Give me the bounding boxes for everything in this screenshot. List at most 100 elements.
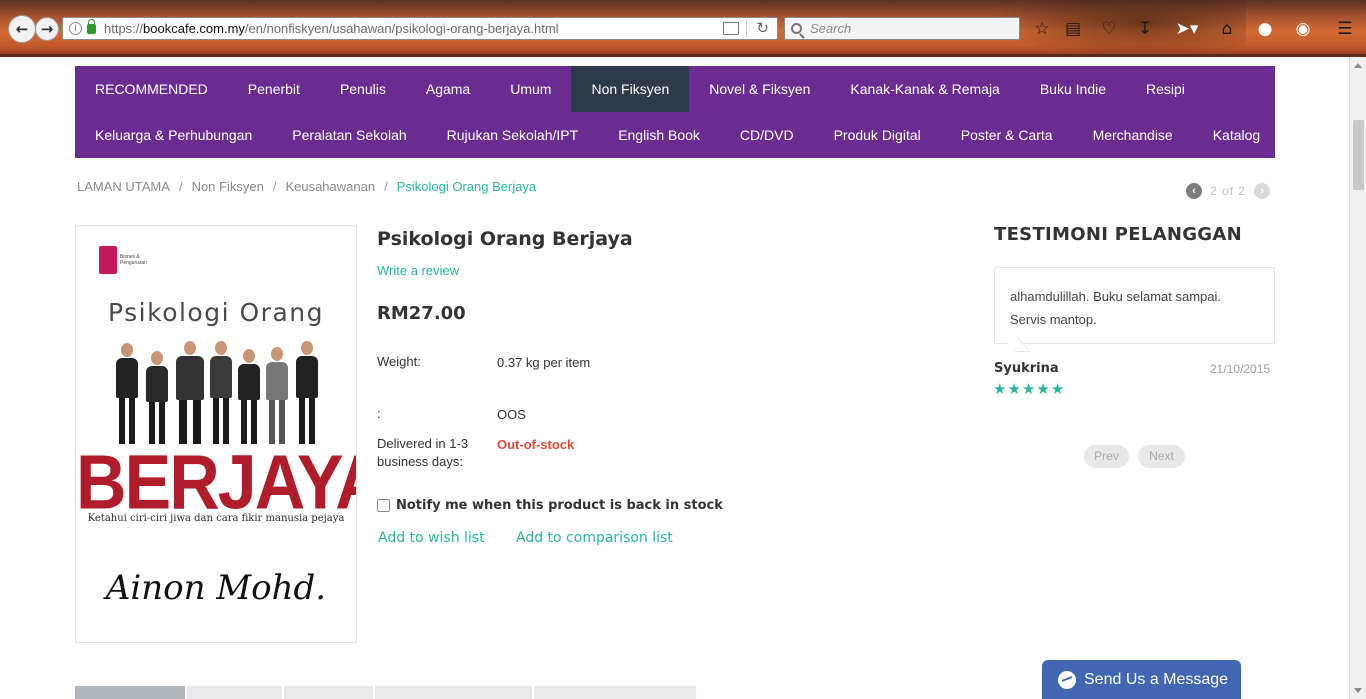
page-scrollbar[interactable] — [1349, 57, 1366, 699]
category-navigation: RECOMMENDED Penerbit Penulis Agama Umum … — [75, 66, 1275, 158]
bookmark-star-icon[interactable]: ☆ — [1030, 17, 1054, 41]
nav-item-resipi[interactable]: Resipi — [1126, 66, 1205, 112]
url-bar[interactable]: i https://bookcafe.com.my/en/nonfiskyen/… — [62, 17, 778, 40]
nav-item-recommended[interactable]: RECOMMENDED — [75, 66, 228, 112]
notify-label: Notify me when this product is back in s… — [396, 498, 723, 513]
url-prefix: https:// — [104, 21, 144, 36]
star-icon: ★ — [1036, 380, 1051, 398]
delivery-label-line-2: business days: — [377, 454, 463, 469]
product-title: Psikologi Orang Berjaya — [377, 228, 633, 250]
product-tabs — [75, 686, 698, 699]
chevron-right-icon[interactable]: › — [1254, 183, 1271, 199]
nav-item-umum[interactable]: Umum — [490, 66, 571, 112]
url-host: bookcafe.com.my — [143, 21, 245, 36]
url-path: /en/nonfiskyen/usahawan/psikologi-orang-… — [244, 21, 559, 36]
browser-toolbar: ← → i https://bookcafe.com.my/en/nonfisk… — [0, 0, 1366, 57]
cover-tagline: Ketahui ciri-ciri jiwa dan cara fikir ma… — [87, 513, 345, 524]
person-figure — [176, 341, 204, 444]
write-review-link[interactable]: Write a review — [377, 263, 459, 278]
nav-item-non-fiksyen[interactable]: Non Fiksyen — [571, 66, 690, 112]
testimonial-prev-button[interactable]: Prev — [1084, 445, 1129, 468]
nav-row-1: RECOMMENDED Penerbit Penulis Agama Umum … — [75, 66, 1205, 112]
messenger-icon — [1058, 670, 1076, 689]
arrow-right-icon: → — [40, 20, 54, 38]
tab-4[interactable] — [375, 686, 532, 699]
scrollbar-thumb[interactable] — [1353, 120, 1364, 190]
lock-icon — [87, 18, 96, 34]
add-to-wish-list-link[interactable]: Add to wish list — [378, 530, 485, 546]
breadcrumb-separator: / — [272, 179, 277, 194]
search-bar[interactable]: Search — [784, 17, 1020, 40]
delivery-label-line-1: Delivered in 1-3 — [377, 436, 469, 451]
nav-item-penerbit[interactable]: Penerbit — [228, 66, 320, 112]
stock-label: : — [377, 406, 381, 421]
search-icon — [791, 23, 802, 34]
scroll-down-arrow-icon[interactable] — [1354, 688, 1362, 693]
testimonial-next-button[interactable]: Next — [1138, 445, 1185, 468]
testimonial-rating: ★ ★ ★ ★ ★ — [993, 380, 1065, 398]
breadcrumb-current: Psikologi Orang Berjaya — [396, 179, 537, 194]
add-to-comparison-list-link[interactable]: Add to comparison list — [516, 530, 673, 546]
toolbar-bottom-edge — [0, 54, 1366, 57]
nav-item-produk-digital[interactable]: Produk Digital — [814, 112, 941, 158]
business-people-illustration — [116, 334, 321, 444]
breadcrumb-non-fiksyen[interactable]: Non Fiksyen — [192, 179, 264, 194]
reload-icon[interactable]: ↻ — [756, 19, 769, 37]
testimonial-text-line-2: Servis mantop. — [1010, 312, 1097, 327]
product-pager: ‹ 2 of 2 › — [1186, 183, 1271, 199]
info-icon[interactable]: i — [69, 22, 82, 35]
nav-item-peralatan-sekolah[interactable]: Peralatan Sekolah — [272, 112, 426, 158]
messenger-label: Send Us a Message — [1084, 670, 1229, 688]
nav-item-buku-indie[interactable]: Buku Indie — [1020, 66, 1126, 112]
chevron-left-icon[interactable]: ‹ — [1186, 183, 1202, 199]
extension-icon[interactable]: ● — [1253, 17, 1277, 41]
notify-checkbox[interactable] — [377, 499, 390, 512]
nav-item-rujukan-sekolah[interactable]: Rujukan Sekolah/IPT — [427, 112, 599, 158]
person-figure — [210, 341, 232, 444]
download-icon[interactable]: ↧ — [1133, 17, 1157, 41]
nav-item-penulis[interactable]: Penulis — [320, 66, 406, 112]
person-figure — [238, 349, 260, 444]
nav-item-keluarga-perhubungan[interactable]: Keluarga & Perhubungan — [75, 112, 272, 158]
star-icon: ★ — [1050, 380, 1066, 398]
notify-back-in-stock[interactable]: Notify me when this product is back in s… — [377, 498, 723, 513]
menu-hamburger-icon[interactable]: ☰ — [1333, 17, 1357, 41]
star-icon: ★ — [993, 380, 1008, 398]
product-image[interactable]: Bisnes & Pengurusan Psikologi Orang BERJA… — [75, 225, 357, 643]
scroll-up-arrow-icon[interactable] — [1354, 63, 1362, 68]
extension-menu-icon[interactable]: ➤▾ — [1172, 17, 1202, 41]
nav-item-agama[interactable]: Agama — [406, 66, 490, 112]
tab-2[interactable] — [187, 686, 282, 699]
nav-item-kanak-kanak-remaja[interactable]: Kanak-Kanak & Remaja — [830, 66, 1019, 112]
nav-item-poster-carta[interactable]: Poster & Carta — [941, 112, 1073, 158]
tab-5[interactable] — [534, 686, 696, 699]
publisher-logo-text: Bisnes & Pengurusan — [120, 254, 147, 266]
pager-of: of — [1222, 184, 1235, 198]
back-button[interactable]: ← — [8, 15, 36, 43]
addon-icon[interactable]: ◉ — [1291, 17, 1315, 41]
tab-3[interactable] — [284, 686, 373, 699]
product-price: RM27.00 — [377, 303, 466, 324]
tab-1[interactable] — [75, 686, 185, 699]
person-figure — [266, 347, 288, 444]
delivery-status: Out-of-stock — [497, 437, 575, 452]
nav-item-merchandise[interactable]: Merchandise — [1073, 112, 1193, 158]
bookmarks-list-icon[interactable]: ▤ — [1061, 17, 1085, 41]
messenger-chat-button[interactable]: Send Us a Message — [1042, 660, 1241, 699]
nav-item-english-book[interactable]: English Book — [598, 112, 720, 158]
home-icon[interactable]: ⌂ — [1215, 17, 1239, 41]
publisher-line-2: Pengurusan — [120, 260, 147, 266]
forward-button[interactable]: → — [35, 17, 59, 41]
cover-author: Ainon Mohd. — [105, 568, 327, 608]
pocket-icon[interactable]: ♡ — [1097, 17, 1121, 41]
nav-item-katalog[interactable]: Katalog — [1193, 112, 1280, 158]
weight-label: Weight: — [377, 354, 421, 369]
breadcrumb-keusahawanan[interactable]: Keusahawanan — [285, 179, 375, 194]
breadcrumb-home[interactable]: LAMAN UTAMA — [77, 179, 170, 194]
nav-item-novel-fiksyen[interactable]: Novel & Fiksyen — [689, 66, 830, 112]
nav-item-cd-dvd[interactable]: CD/DVD — [720, 112, 814, 158]
reader-view-icon[interactable] — [723, 22, 739, 35]
testimonial-author: Syukrina — [994, 361, 1059, 376]
person-figure — [146, 351, 168, 444]
delivery-label: Delivered in 1-3 business days: — [377, 435, 468, 471]
